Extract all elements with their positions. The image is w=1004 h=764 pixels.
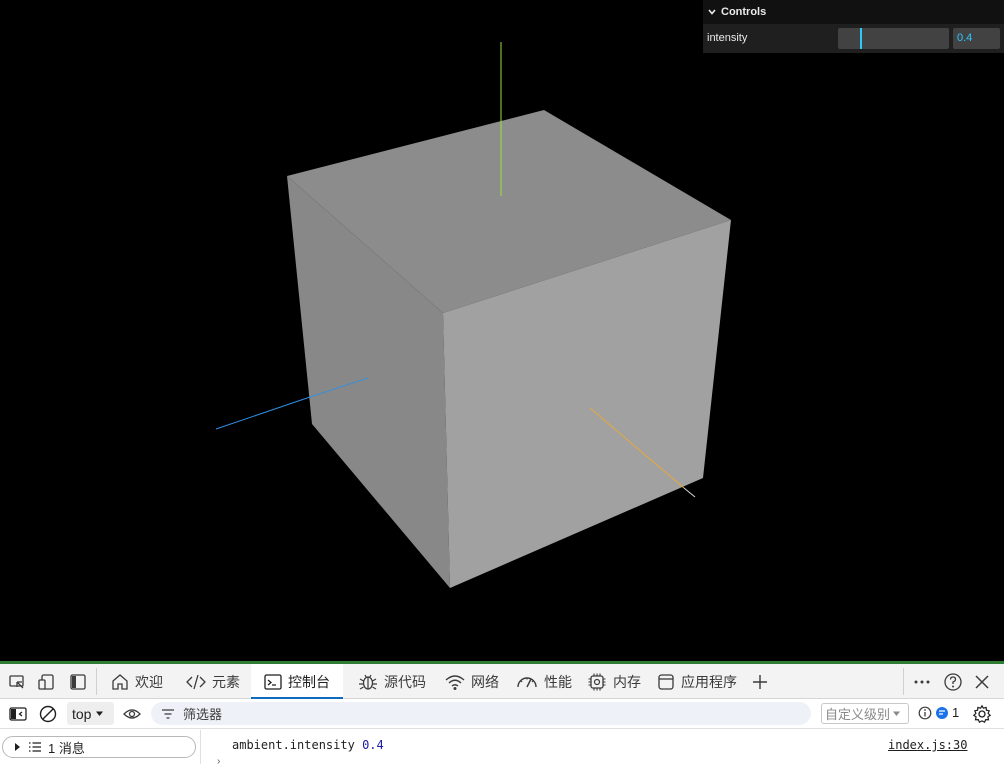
- more-options-icon[interactable]: [911, 671, 933, 693]
- tab-label: 内存: [613, 673, 641, 690]
- toolbar-divider: [96, 668, 97, 695]
- context-value: top: [72, 705, 92, 722]
- log-source-link[interactable]: index.js:30: [888, 738, 967, 752]
- intensity-number-input[interactable]: 0.4: [953, 28, 1000, 49]
- tab-label: 控制台: [288, 673, 330, 690]
- info-icon: [918, 706, 932, 719]
- toolbar-divider: [903, 668, 904, 695]
- tab-network[interactable]: 网络: [440, 664, 503, 699]
- tab-label: 元素: [212, 673, 240, 690]
- console-output: 1 消息 ambient.intensity 0.4 index.js:30 ›: [0, 730, 1004, 764]
- log-level-dropdown[interactable]: 自定义级别: [821, 703, 909, 724]
- help-icon[interactable]: [942, 671, 964, 693]
- tab-label: 应用程序: [681, 673, 737, 690]
- console-toolbar: top 筛选器 自定义级别 1: [0, 699, 1004, 729]
- message-bubble-icon: [936, 706, 948, 719]
- console-icon: [264, 673, 282, 690]
- tab-label: 欢迎: [135, 673, 163, 690]
- tab-label: 性能: [544, 673, 572, 690]
- three-viewport[interactable]: Controls intensity 0.4: [0, 0, 1004, 664]
- tab-elements[interactable]: 元素: [181, 664, 244, 699]
- console-prompt-icon[interactable]: ›: [217, 756, 220, 764]
- filter-placeholder: 筛选器: [183, 707, 223, 722]
- axis-z-line: [215, 395, 314, 430]
- intensity-label: intensity: [707, 32, 748, 44]
- context-selector[interactable]: top: [67, 702, 114, 725]
- filter-input[interactable]: 筛选器: [151, 702, 811, 725]
- tab-label: 网络: [471, 673, 499, 690]
- clear-console-icon[interactable]: [37, 703, 59, 725]
- gauge-icon: [517, 676, 537, 687]
- caret-right-icon: [15, 743, 20, 751]
- devtools-panel: 欢迎 元素 控制台 源代码 网络 性能 内存 应用程序 top 筛选器 自定义级…: [0, 664, 1004, 764]
- console-sidebar-icon[interactable]: [7, 703, 29, 725]
- caret-down-icon: [96, 711, 104, 716]
- slider-handle[interactable]: [860, 28, 862, 49]
- intensity-control: intensity 0.4: [703, 27, 1004, 51]
- add-tab-icon[interactable]: [749, 671, 771, 693]
- tab-welcome[interactable]: 欢迎: [106, 664, 167, 699]
- controls-title-bar[interactable]: Controls: [703, 0, 1004, 24]
- messages-group-label: 1 消息: [48, 740, 85, 756]
- controls-panel: Controls intensity 0.4: [703, 0, 1004, 53]
- scene-canvas: [215, 42, 731, 588]
- device-emulation-icon[interactable]: [36, 671, 58, 693]
- caret-down-icon: [893, 711, 901, 716]
- console-sidebar-divider: [200, 730, 201, 764]
- console-settings-gear-icon[interactable]: [971, 703, 993, 725]
- devtools-tabbar: 欢迎 元素 控制台 源代码 网络 性能 内存 应用程序: [0, 664, 1004, 699]
- chevron-down-icon: [708, 9, 716, 15]
- home-icon: [112, 673, 128, 690]
- inspect-element-icon[interactable]: [6, 671, 28, 693]
- controls-title: Controls: [721, 6, 767, 18]
- bug-icon: [359, 674, 377, 690]
- sidebar-toggle-icon[interactable]: [67, 671, 89, 693]
- tab-sources[interactable]: 源代码: [353, 664, 430, 699]
- log-text: ambient.intensity: [232, 738, 355, 752]
- log-value: 0.4: [362, 738, 384, 752]
- chip-icon: [588, 673, 606, 690]
- intensity-slider[interactable]: [838, 28, 949, 49]
- log-level-value: 自定义级别: [825, 707, 891, 722]
- tab-console[interactable]: 控制台: [251, 664, 343, 699]
- tab-performance[interactable]: 性能: [511, 664, 576, 699]
- tab-application[interactable]: 应用程序: [652, 664, 741, 699]
- tab-memory[interactable]: 内存: [582, 664, 645, 699]
- app-window-icon: [658, 673, 674, 690]
- code-icon: [186, 674, 206, 689]
- issues-counter[interactable]: 1: [918, 705, 959, 720]
- tab-label: 源代码: [384, 673, 426, 690]
- filter-icon: [162, 708, 174, 719]
- list-icon: [29, 742, 41, 752]
- issues-count: 1: [952, 705, 960, 720]
- log-message: ambient.intensity 0.4: [232, 738, 384, 752]
- messages-group-item[interactable]: 1 消息: [2, 736, 196, 758]
- wifi-icon: [445, 674, 465, 690]
- close-icon[interactable]: [971, 671, 993, 693]
- live-expression-eye-icon[interactable]: [121, 703, 143, 725]
- axis-x-line-outer: [683, 487, 696, 498]
